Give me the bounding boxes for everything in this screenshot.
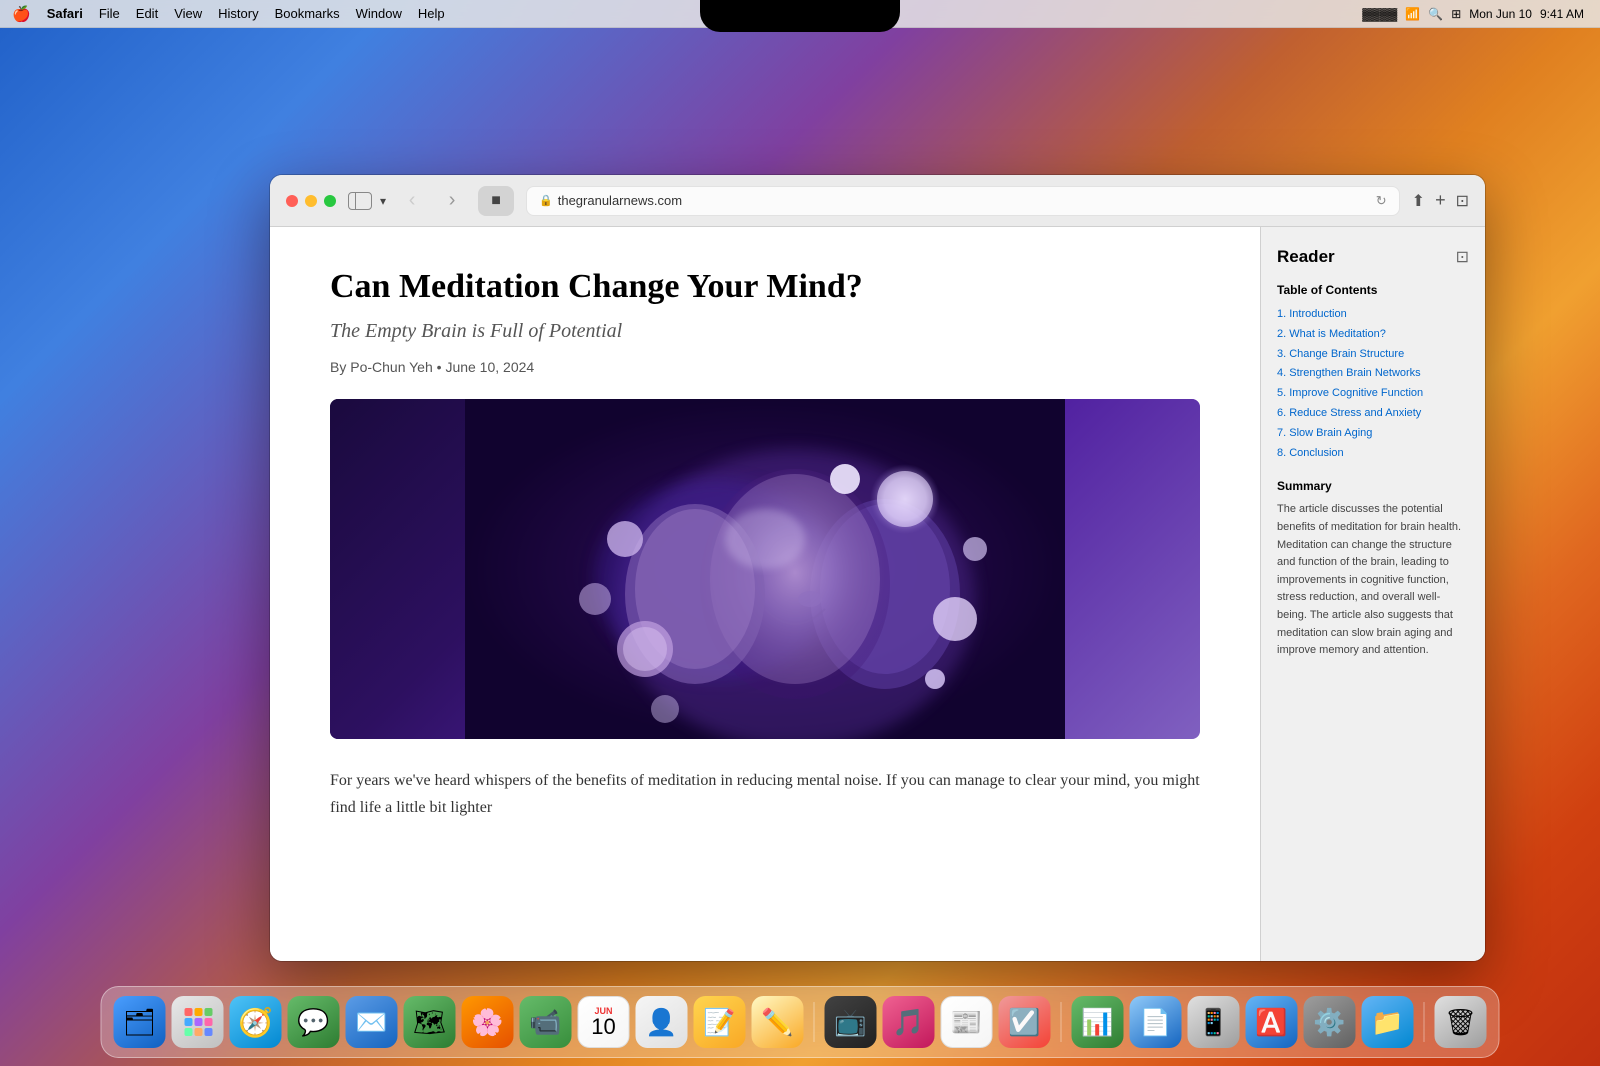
close-button[interactable]	[286, 195, 298, 207]
battery-icon: ▓▓▓▓	[1362, 7, 1397, 21]
dock-mail[interactable]: ✉️	[346, 996, 398, 1048]
url-text[interactable]: thegranularnews.com	[558, 193, 682, 208]
back-button[interactable]: ‹	[398, 187, 426, 215]
dock-reminders[interactable]: ☑️	[999, 996, 1051, 1048]
toc-item-5[interactable]: 5. Improve Cognitive Function	[1277, 384, 1469, 404]
url-bar[interactable]: 🔒 thegranularnews.com ↻	[526, 186, 1400, 216]
dock-notes[interactable]: 📝	[694, 996, 746, 1048]
minimize-button[interactable]	[305, 195, 317, 207]
article-hero-image	[330, 399, 1200, 739]
dock-files[interactable]: 📁	[1362, 996, 1414, 1048]
tabs-overview-icon[interactable]: ⊡	[1456, 191, 1469, 211]
menubar-edit[interactable]: Edit	[136, 6, 158, 21]
menubar-app-name[interactable]: Safari	[47, 6, 83, 21]
dock-divider	[814, 1002, 815, 1042]
search-icon[interactable]: 🔍	[1428, 7, 1443, 21]
dock-iphone-mirroring[interactable]: 📱	[1188, 996, 1240, 1048]
menubar-right: ▓▓▓▓ 📶 🔍 ⊞ Mon Jun 10 9:41 AM	[1362, 7, 1584, 21]
toc-item-2[interactable]: 2. What is Meditation?	[1277, 325, 1469, 345]
dock-system-settings[interactable]: ⚙️	[1304, 996, 1356, 1048]
reader-panel: Reader ⊡ Table of Contents 1. Introducti…	[1260, 227, 1485, 961]
toc-item-1[interactable]: 1. Introduction	[1277, 305, 1469, 325]
summary-title: Summary	[1277, 479, 1469, 493]
article-title: Can Meditation Change Your Mind?	[330, 267, 1200, 308]
macbook-notch	[700, 0, 900, 32]
dock-safari[interactable]: 🧭	[230, 996, 282, 1048]
menubar-help[interactable]: Help	[418, 6, 445, 21]
toc-item-4[interactable]: 4. Strengthen Brain Networks	[1277, 364, 1469, 384]
lock-icon: 🔒	[539, 194, 553, 207]
brain-sculpture-illustration	[330, 399, 1200, 739]
dock-appletv[interactable]: 📺	[825, 996, 877, 1048]
dock-launchpad[interactable]	[172, 996, 224, 1048]
dock-divider-2	[1061, 1002, 1062, 1042]
toc-item-3[interactable]: 3. Change Brain Structure	[1277, 345, 1469, 365]
control-center-icon[interactable]: ⊞	[1451, 7, 1461, 21]
share-icon[interactable]: ⬆	[1412, 191, 1425, 211]
toc-item-6[interactable]: 6. Reduce Stress and Anxiety	[1277, 404, 1469, 424]
toc-item-8[interactable]: 8. Conclusion	[1277, 444, 1469, 464]
sidebar-toggle[interactable]	[348, 192, 372, 210]
dock: 🗂 🧭 💬 ✉️ 🗺 🌸 📹 JUN	[101, 986, 1500, 1058]
menubar-view[interactable]: View	[174, 6, 202, 21]
tab-controls: ▾	[348, 192, 386, 210]
toc-title: Table of Contents	[1277, 283, 1469, 297]
menubar-window[interactable]: Window	[356, 6, 402, 21]
menubar-left: 🍎 Safari File Edit View History Bookmark…	[12, 5, 445, 23]
dock-calendar[interactable]: JUN 10	[578, 996, 630, 1048]
reader-view-icon[interactable]: ⊡	[1456, 247, 1469, 267]
dock-maps[interactable]: 🗺	[404, 996, 456, 1048]
dock-messages[interactable]: 💬	[288, 996, 340, 1048]
article-subtitle: The Empty Brain is Full of Potential	[330, 320, 1200, 343]
safari-content: Can Meditation Change Your Mind? The Emp…	[270, 227, 1485, 961]
fullscreen-button[interactable]	[324, 195, 336, 207]
apple-menu-icon[interactable]: 🍎	[12, 5, 31, 23]
toolbar-right-actions: ⬆ + ⊡	[1412, 190, 1469, 211]
dock-numbers[interactable]: 📊	[1072, 996, 1124, 1048]
dock-freeform[interactable]: ✏️	[752, 996, 804, 1048]
wifi-icon: 📶	[1405, 7, 1420, 21]
reader-panel-title: Reader	[1277, 247, 1335, 267]
reader-header: Reader ⊡	[1277, 247, 1469, 267]
table-of-contents: 1. Introduction 2. What is Meditation? 3…	[1277, 305, 1469, 463]
forward-button[interactable]: ›	[438, 187, 466, 215]
dock-music[interactable]: 🎵	[883, 996, 935, 1048]
toc-item-7[interactable]: 7. Slow Brain Aging	[1277, 424, 1469, 444]
menubar-file[interactable]: File	[99, 6, 120, 21]
dock-photos[interactable]: 🌸	[462, 996, 514, 1048]
menubar-date: Mon Jun 10	[1469, 7, 1532, 21]
traffic-lights	[286, 195, 336, 207]
dock-pages[interactable]: 📄	[1130, 996, 1182, 1048]
dock-news[interactable]: 📰	[941, 996, 993, 1048]
new-tab-icon[interactable]: +	[1435, 190, 1446, 211]
dock-appstore[interactable]: 🅰️	[1246, 996, 1298, 1048]
article-byline: By Po-Chun Yeh • June 10, 2024	[330, 359, 1200, 375]
dock-divider-3	[1424, 1002, 1425, 1042]
safari-toolbar: ▾ ‹ › ■ 🔒 thegranularnews.com ↻ ⬆ + ⊡	[270, 175, 1485, 227]
dock-facetime[interactable]: 📹	[520, 996, 572, 1048]
menubar-history[interactable]: History	[218, 6, 258, 21]
dock-trash[interactable]: 🗑	[1435, 996, 1487, 1048]
menubar-time: 9:41 AM	[1540, 7, 1584, 21]
safari-window: ▾ ‹ › ■ 🔒 thegranularnews.com ↻ ⬆ + ⊡ Ca…	[270, 175, 1485, 961]
menubar-bookmarks[interactable]: Bookmarks	[275, 6, 340, 21]
article-body-text: For years we've heard whispers of the be…	[330, 767, 1200, 821]
article-area[interactable]: Can Meditation Change Your Mind? The Emp…	[270, 227, 1260, 961]
active-tab[interactable]: ■	[478, 186, 514, 216]
reload-icon[interactable]: ↻	[1376, 193, 1387, 209]
dock-contacts[interactable]: 👤	[636, 996, 688, 1048]
dock-finder[interactable]: 🗂	[114, 996, 166, 1048]
summary-text: The article discusses the potential bene…	[1277, 501, 1469, 659]
